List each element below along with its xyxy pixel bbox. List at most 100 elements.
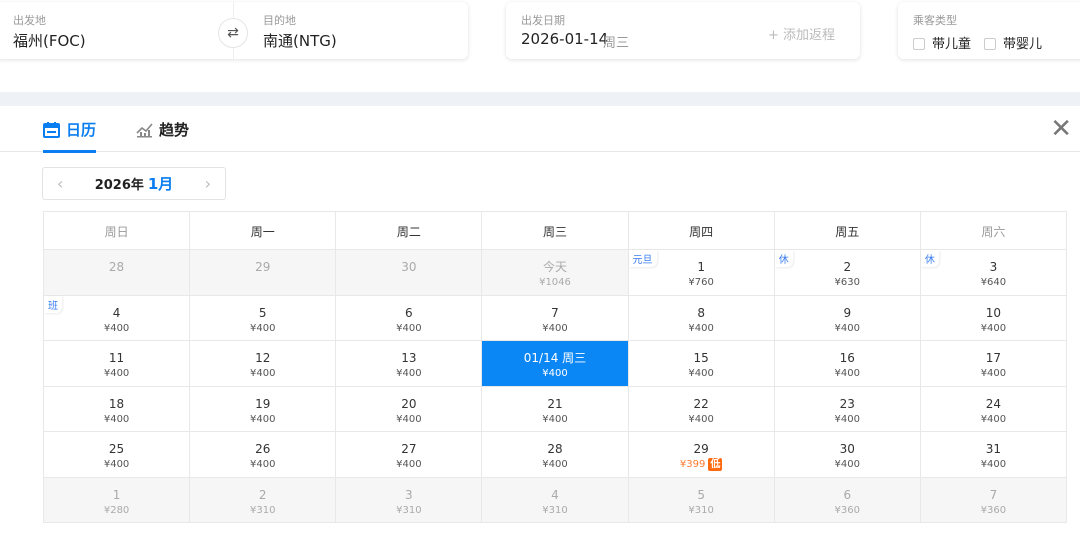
day-cell[interactable]: 21 ¥400 [482, 386, 629, 432]
day-cell[interactable]: 2 ¥310 [190, 477, 337, 523]
checkbox-icon [913, 38, 925, 50]
add-return-button[interactable]: + 添加返程 [768, 24, 835, 43]
tab-trend[interactable]: 趋势 [136, 119, 189, 140]
child-label: 带儿童 [932, 37, 972, 52]
day-cell[interactable]: 6 ¥400 [336, 295, 483, 341]
day-cell[interactable]: 7 ¥360 [920, 477, 1067, 523]
day-cell[interactable]: 1 ¥280 [44, 477, 191, 523]
selected-day-cell[interactable]: 01/14 周三 ¥400 [482, 341, 629, 387]
day-price: ¥630 [834, 277, 860, 288]
day-cell[interactable]: 5 ¥310 [628, 477, 775, 523]
day-price: ¥360 [834, 504, 860, 516]
day-cell[interactable]: 22 ¥400 [628, 386, 775, 432]
day-cell[interactable]: 26 ¥400 [190, 432, 337, 478]
day-number: 29 [255, 260, 271, 274]
day-price: ¥400 [980, 413, 1007, 425]
day-cell[interactable]: 23 ¥400 [774, 386, 921, 432]
prev-month-icon[interactable]: ‹ [57, 174, 63, 193]
day-cell[interactable]: 7 ¥400 [482, 295, 629, 341]
day-number: 24 [985, 396, 1002, 411]
calendar-week: 1 ¥280 2 ¥310 3 ¥310 4 ¥310 5 ¥310 6 ¥360 7 ¥360 [44, 477, 1067, 523]
day-number: 5 [697, 487, 705, 502]
destination-label: 目的地 [263, 14, 296, 27]
day-number: 17 [985, 351, 1002, 365]
origin-field[interactable]: 出发地 福州(FOC) [0, 2, 212, 59]
date-card[interactable]: 出发日期 2026-01-14 周三 + 添加返程 [506, 2, 860, 59]
day-cell[interactable]: 27 ¥400 [336, 432, 483, 478]
day-number: 6 [405, 305, 413, 320]
swap-button[interactable]: ⇄ [218, 18, 248, 48]
day-cell[interactable]: 24 ¥400 [920, 386, 1067, 432]
year-label: 2026年 [94, 178, 144, 193]
holiday-tag: 休 [920, 250, 939, 267]
day-cell[interactable]: 25 ¥400 [44, 432, 191, 478]
calendar-week: 28 29 30 今天 ¥1046 元旦 1 ¥760 休 2 ¥630 休 3 ¥640 [44, 250, 1067, 296]
infant-label: 带婴儿 [1003, 37, 1043, 52]
section-divider [0, 92, 1080, 106]
trend-chart-icon [136, 122, 153, 137]
day-cell[interactable]: 20 ¥400 [336, 386, 483, 432]
day-cell[interactable]: 29 ¥399 低 [628, 432, 775, 478]
day-cell[interactable]: 休 3 ¥640 [920, 250, 1067, 296]
child-checkbox[interactable]: 带儿童 [913, 33, 971, 52]
day-cell[interactable]: 16 ¥400 [774, 341, 921, 387]
day-cell[interactable]: 17 ¥400 [920, 341, 1067, 387]
day-cell[interactable]: 15 ¥400 [628, 341, 775, 387]
day-cell[interactable]: 30 ¥400 [774, 432, 921, 478]
day-cell[interactable]: 班 4 ¥400 [44, 295, 191, 341]
day-cell[interactable]: 13 ¥400 [336, 341, 483, 387]
day-cell[interactable]: 30 [336, 250, 483, 296]
day-cell[interactable]: 3 ¥310 [336, 477, 483, 523]
day-price: ¥400 [396, 413, 422, 425]
day-price: ¥400 [396, 368, 422, 379]
day-number: 30 [401, 260, 417, 274]
day-cell[interactable]: 今天 ¥1046 [482, 250, 629, 296]
day-cell[interactable]: 4 ¥310 [482, 477, 629, 523]
day-cell[interactable]: 29 [190, 250, 337, 296]
current-month: 2026年 1月 [95, 173, 174, 194]
day-cell[interactable]: 休 2 ¥630 [774, 250, 921, 296]
day-price: ¥400 [103, 368, 130, 379]
day-cell[interactable]: 18 ¥400 [44, 386, 191, 432]
month-label: 1月 [147, 175, 174, 193]
day-cell[interactable]: 28 ¥400 [482, 432, 629, 478]
day-price: ¥400 [688, 322, 714, 334]
day-price: ¥400 [249, 368, 276, 379]
infant-checkbox[interactable]: 带婴儿 [984, 33, 1042, 52]
tab-trend-label: 趋势 [159, 121, 190, 139]
day-price: ¥400 [980, 368, 1007, 379]
checkbox-icon [984, 38, 996, 50]
weekday-label: 周六 [920, 212, 1067, 250]
day-cell[interactable]: 9 ¥400 [774, 295, 921, 341]
day-number: 01/14 周三 [523, 351, 587, 365]
day-cell[interactable]: 12 ¥400 [190, 341, 337, 387]
weekday-label: 周三 [482, 212, 629, 250]
weekday-label: 周五 [774, 212, 921, 250]
day-cell[interactable]: 6 ¥360 [774, 477, 921, 523]
day-cell[interactable]: 10 ¥400 [920, 295, 1067, 341]
day-price: ¥400 [542, 368, 568, 379]
origin-value: 福州(FOC) [13, 32, 86, 50]
calendar-grid: 周日 周一 周二 周三 周四 周五 周六 28 29 30 今天 ¥1046 元旦 1 ¥760 休 2 ¥63… [43, 211, 1067, 523]
day-cell[interactable]: 19 ¥400 [190, 386, 337, 432]
day-cell[interactable]: 28 [44, 250, 191, 296]
date-label: 出发日期 [521, 14, 565, 27]
day-number: 11 [108, 351, 125, 365]
day-cell[interactable]: 11 ¥400 [44, 341, 191, 387]
day-cell[interactable]: 元旦 1 ¥760 [628, 250, 775, 296]
day-cell[interactable]: 5 ¥400 [190, 295, 337, 341]
day-number: 7 [551, 305, 559, 320]
next-month-icon[interactable]: › [205, 174, 211, 193]
holiday-tag: 休 [774, 250, 793, 267]
passenger-card: 乘客类型 带儿童 带婴儿 [898, 2, 1080, 59]
tab-calendar[interactable]: 日历 [43, 119, 97, 153]
day-price: ¥310 [249, 504, 276, 516]
day-cell[interactable]: 31 ¥400 [920, 432, 1067, 478]
day-number: 15 [693, 351, 709, 365]
date-weekday: 周三 [603, 36, 630, 51]
destination-field[interactable]: 目的地 南通(NTG) [256, 2, 456, 59]
close-icon[interactable]: ✕ [1050, 116, 1072, 142]
day-cell[interactable]: 8 ¥400 [628, 295, 775, 341]
route-card: 出发地 福州(FOC) ⇄ 目的地 南通(NTG) [0, 2, 468, 59]
destination-value: 南通(NTG) [263, 32, 337, 50]
